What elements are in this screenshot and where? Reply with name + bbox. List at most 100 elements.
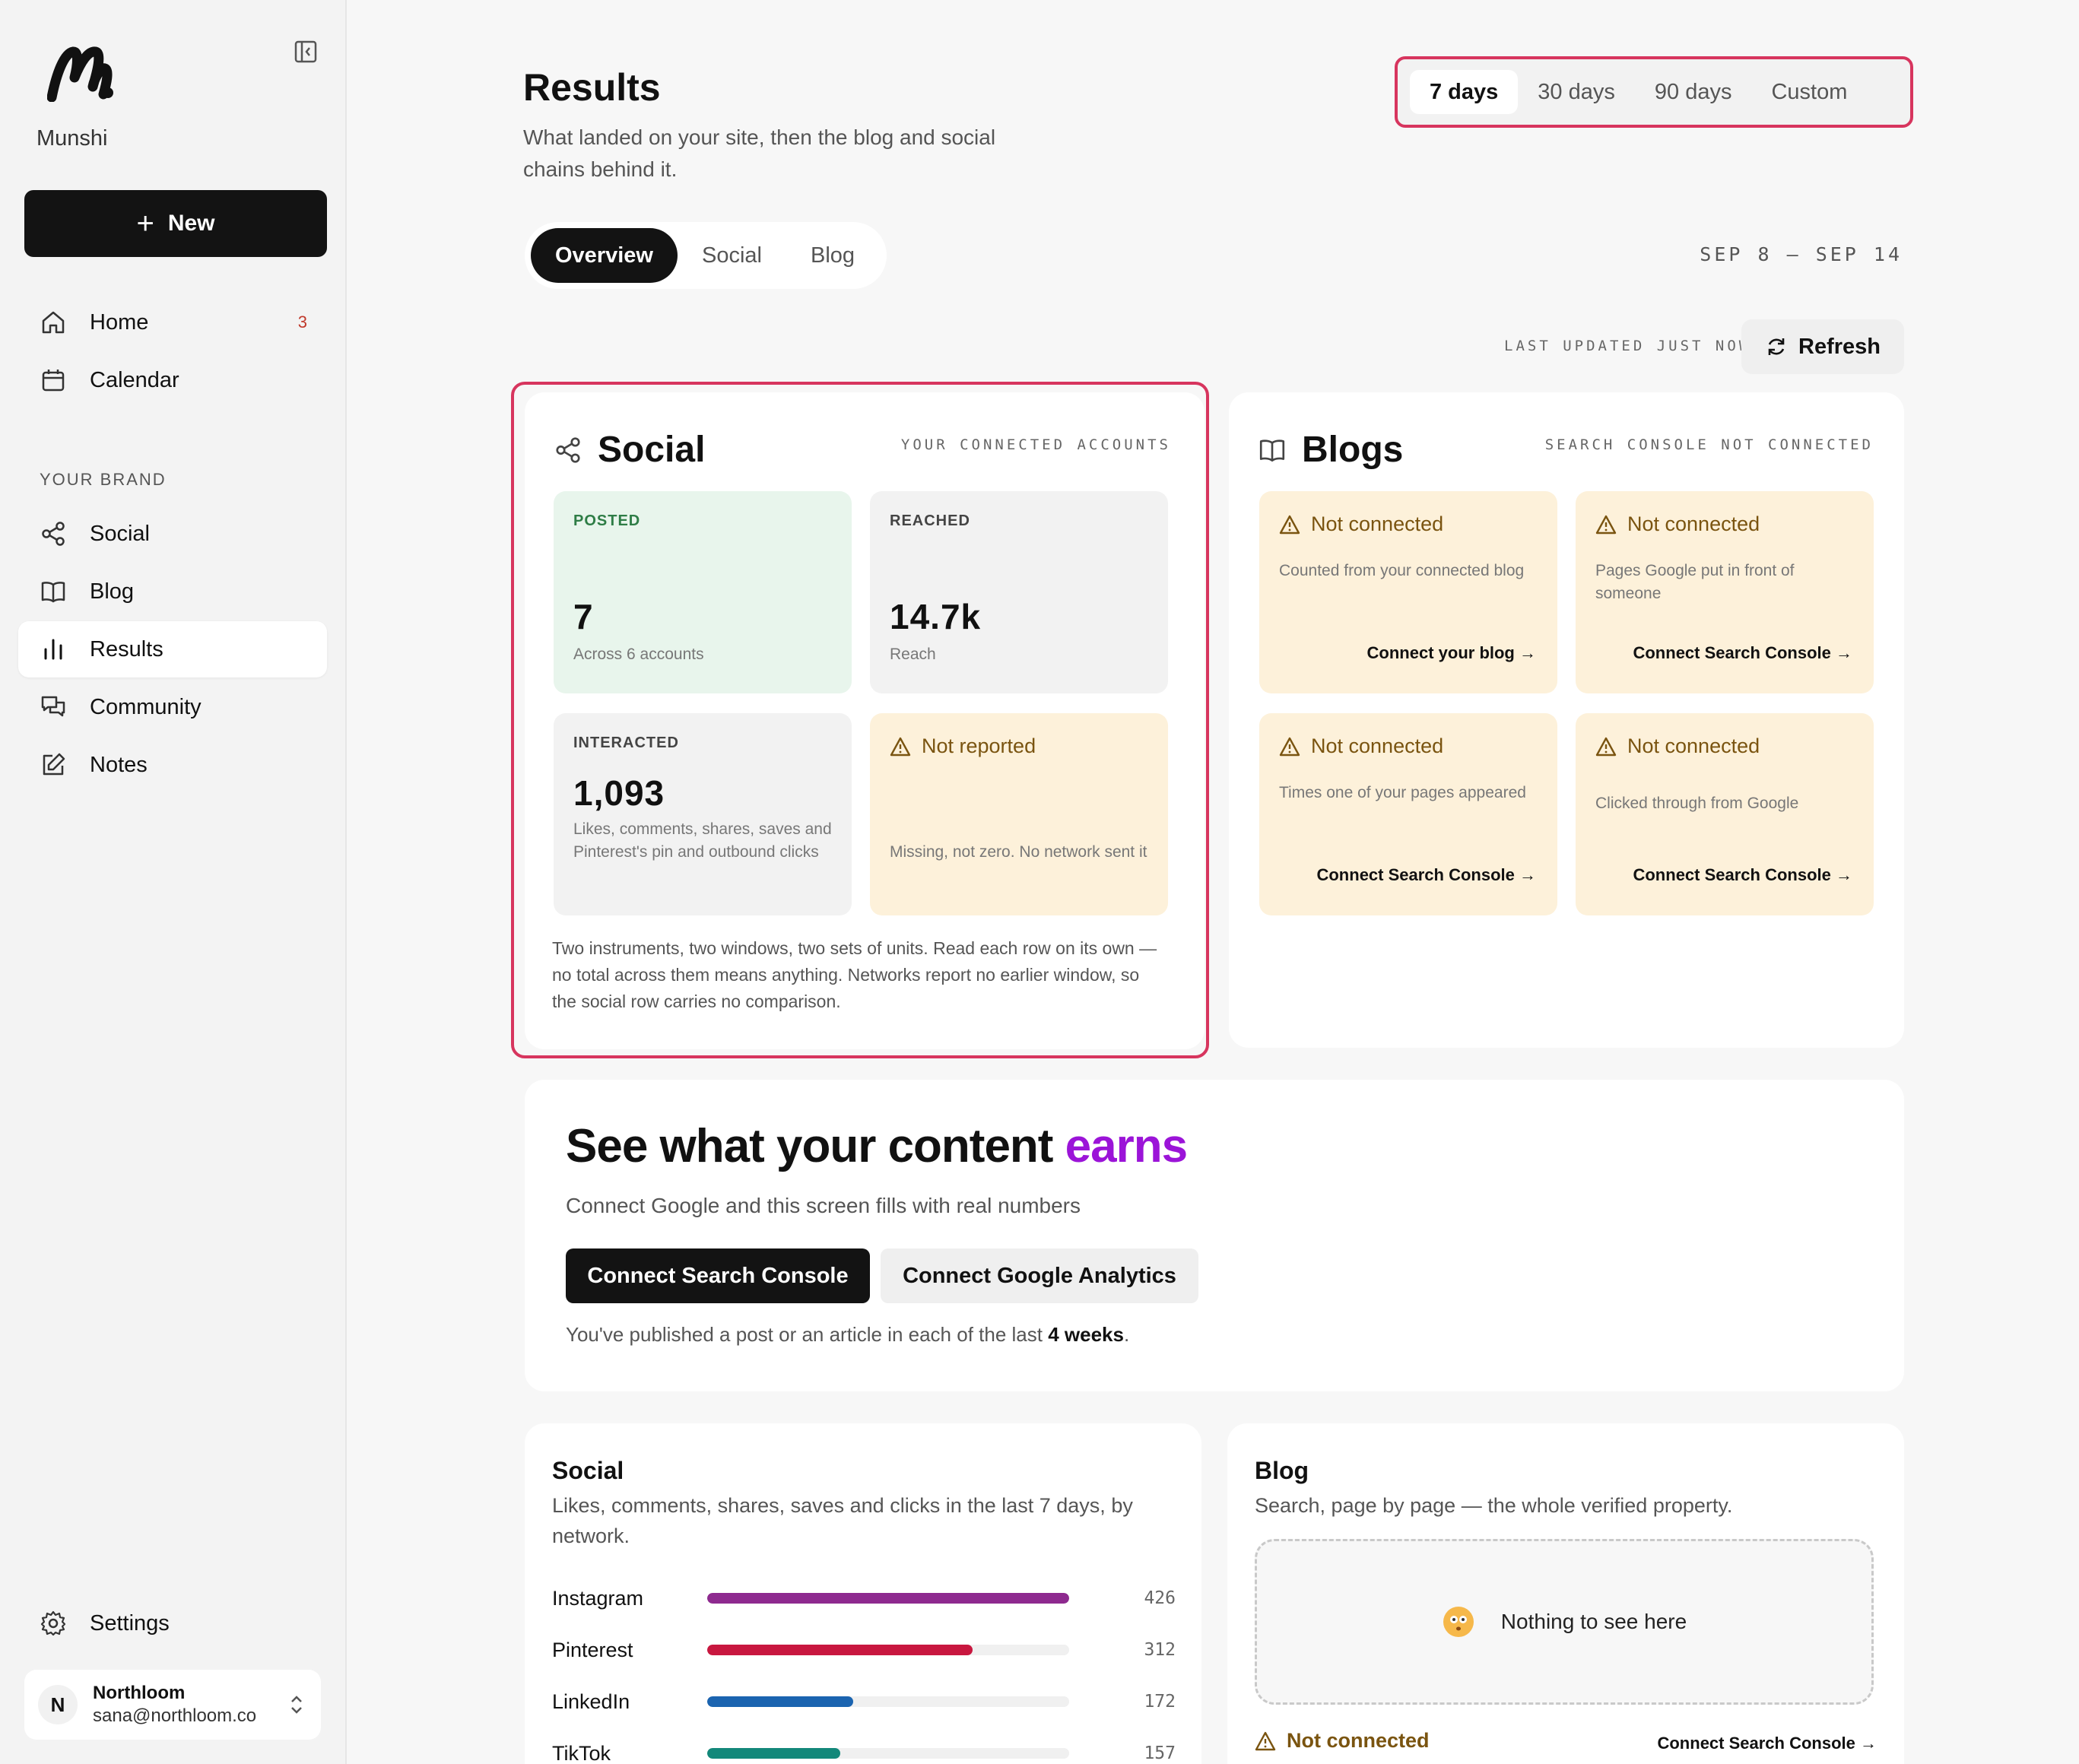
connect-blog-link[interactable]: Connect your blog →: [1367, 643, 1536, 663]
bar-fill: [707, 1748, 841, 1759]
promo-title-accent: earns: [1065, 1120, 1188, 1172]
section-label: YOUR BRAND: [40, 470, 167, 489]
blogs-card-caption: SEARCH CONSOLE NOT CONNECTED: [1544, 436, 1874, 453]
date-range-label: SEP 8 – SEP 14: [1700, 243, 1903, 265]
section-subtitle: Likes, comments, shares, saves and click…: [552, 1494, 1133, 1547]
tile-note: Clicked through from Google: [1595, 795, 1799, 812]
tile-status-label: Not connected: [1627, 734, 1760, 757]
range-30-days[interactable]: 30 days: [1518, 70, 1635, 114]
not-reported-label: Not reported: [922, 734, 1036, 757]
bar-fill: [707, 1696, 854, 1707]
sidebar-item-notes[interactable]: Notes: [18, 737, 327, 793]
plus-icon: +: [136, 207, 154, 240]
book-icon: [41, 582, 65, 603]
sidebar-item-calendar[interactable]: Calendar: [18, 352, 327, 408]
blog-tile: Not connected Pages Google put in front …: [1576, 491, 1874, 693]
interacted-label: INTERACTED: [573, 734, 679, 751]
empty-state: Nothing to see here: [1255, 1539, 1874, 1705]
promo-title-text: See what your content: [566, 1120, 1065, 1172]
range-custom[interactable]: Custom: [1751, 70, 1867, 114]
sidebar-item-community[interactable]: Community: [18, 679, 327, 735]
network-value: 172: [1144, 1692, 1176, 1712]
streak-text-start: You've published a post or an article in…: [566, 1323, 1049, 1346]
blogs-title-text: Blogs: [1302, 430, 1404, 470]
surprised-face-icon: [1443, 1607, 1474, 1637]
empty-state-text: Nothing to see here: [1500, 1610, 1687, 1633]
posted-note: Across 6 accounts: [573, 646, 704, 663]
network-value: 157: [1144, 1743, 1176, 1763]
refresh-button[interactable]: Refresh: [1741, 319, 1904, 374]
sidebar-item-label: Settings: [90, 1610, 170, 1636]
bar-track: [707, 1593, 1069, 1604]
tile-status: Not connected: [1595, 512, 1854, 536]
sidebar-item-label: Notes: [90, 752, 148, 777]
network-name: Instagram: [552, 1586, 644, 1610]
network-name: Pinterest: [552, 1638, 633, 1661]
page-subtitle: What landed on your site, then the blog …: [523, 125, 996, 181]
sidebar: Munshi + New Home 3 Calendar YOUR BRAND …: [0, 0, 347, 1764]
range-7-days[interactable]: 7 days: [1410, 70, 1519, 114]
warning-icon: [1595, 737, 1617, 756]
new-button[interactable]: + New: [24, 190, 327, 257]
avatar: N: [38, 1685, 78, 1724]
tab-overview[interactable]: Overview: [531, 228, 678, 283]
book-icon: [1259, 439, 1285, 462]
tile-status: Not connected: [1595, 734, 1854, 758]
not-reported-note: Missing, not zero. No network sent it: [890, 843, 1147, 861]
sidebar-item-home[interactable]: Home 3: [18, 294, 327, 351]
reached-tile: REACHED 14.7k Reach: [870, 491, 1168, 693]
tile-status: Not connected: [1279, 734, 1538, 758]
section-subtitle: Search, page by page — the whole verifie…: [1255, 1494, 1733, 1517]
social-by-network-card: Social Likes, comments, shares, saves an…: [525, 1423, 1201, 1764]
tab-blog[interactable]: Blog: [786, 228, 879, 283]
network-row-pinterest: Pinterest 312: [552, 1635, 1176, 1665]
reached-label: REACHED: [890, 512, 970, 529]
section-title: Social: [552, 1457, 624, 1484]
sidebar-item-label: Blog: [90, 579, 135, 604]
network-row-linkedin: LinkedIn 172: [552, 1686, 1176, 1717]
account-email: sana@northloom.co: [93, 1705, 257, 1726]
connect-google-analytics-button[interactable]: Connect Google Analytics: [881, 1248, 1198, 1303]
tab-social[interactable]: Social: [678, 228, 786, 283]
interacted-note: Likes, comments, shares, saves and Pinte…: [573, 820, 832, 861]
bar-fill: [707, 1593, 1069, 1604]
blog-connection-status: Not connected: [1255, 1729, 1430, 1753]
connect-search-console-link[interactable]: Connect Search Console →: [1657, 1734, 1877, 1753]
connect-search-console-link[interactable]: Connect Search Console →: [1316, 865, 1536, 885]
sidebar-item-social[interactable]: Social: [18, 506, 327, 562]
reached-note: Reach: [890, 646, 936, 663]
date-range-selector: 7 days 30 days 90 days Custom: [1395, 56, 1913, 128]
refresh-icon: [1768, 338, 1785, 355]
sidebar-item-results[interactable]: Results: [18, 621, 327, 677]
streak-weeks: 4 weeks: [1048, 1323, 1124, 1346]
warning-icon: [1255, 1731, 1276, 1750]
connect-search-console-link[interactable]: Connect Search Console →: [1633, 643, 1852, 663]
blog-tile: Not connected Clicked through from Googl…: [1576, 713, 1874, 915]
social-summary-card: Social YOUR CONNECTED ACCOUNTS POSTED 7 …: [525, 392, 1205, 1049]
network-value: 312: [1144, 1640, 1176, 1660]
tile-note: Times one of your pages appeared: [1279, 784, 1526, 801]
sidebar-item-label: Results: [90, 636, 163, 662]
account-switcher[interactable]: N Northloom sana@northloom.co: [24, 1670, 321, 1740]
account-name: Northloom: [93, 1683, 186, 1703]
connect-search-console-link[interactable]: Connect Search Console →: [1633, 865, 1852, 885]
brand-name: Munshi: [37, 126, 108, 151]
bar-track: [707, 1645, 1069, 1655]
network-name: LinkedIn: [552, 1689, 630, 1713]
streak-text-end: .: [1123, 1323, 1130, 1346]
share-icon: [42, 522, 65, 546]
warning-icon: [890, 737, 911, 756]
munshi-logo-icon[interactable]: [47, 44, 116, 102]
bar-track: [707, 1696, 1069, 1707]
sidebar-collapse-icon[interactable]: [292, 38, 319, 65]
publishing-streak-text: You've published a post or an article in…: [566, 1323, 1129, 1347]
sidebar-item-blog[interactable]: Blog: [18, 563, 327, 620]
edit-note-icon: [43, 753, 65, 776]
range-90-days[interactable]: 90 days: [1635, 70, 1752, 114]
sidebar-item-settings[interactable]: Settings: [18, 1595, 327, 1651]
last-updated-label: LAST UPDATED JUST NOW: [1504, 338, 1751, 354]
warning-icon: [1279, 515, 1300, 534]
not-reported-status: Not reported: [890, 734, 1148, 758]
connect-search-console-button[interactable]: Connect Search Console: [566, 1248, 870, 1303]
network-name: TikTok: [552, 1741, 611, 1764]
